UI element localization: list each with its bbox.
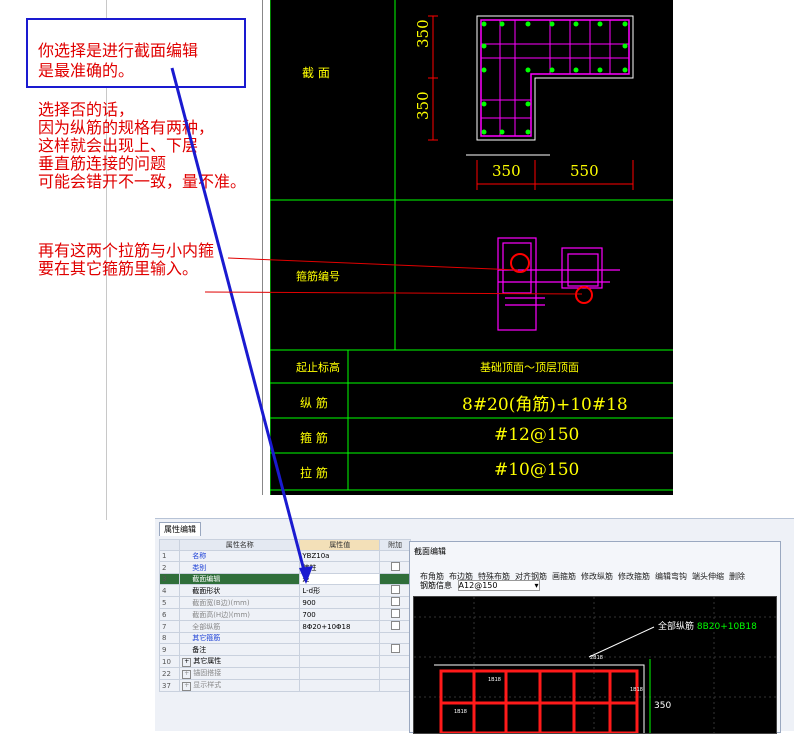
callout-arrows (170, 67, 583, 584)
